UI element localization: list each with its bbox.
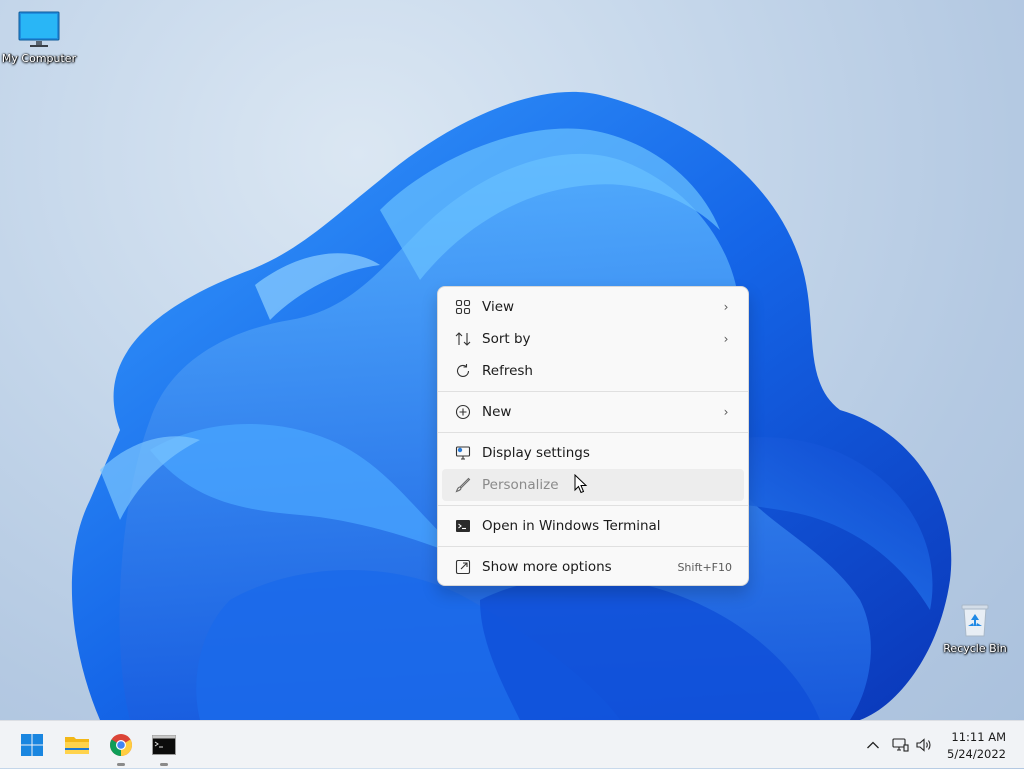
desktop-icon-my-computer[interactable]: My Computer	[0, 10, 81, 65]
menu-item-open-terminal[interactable]: Open in Windows Terminal	[442, 510, 744, 542]
plus-circle-icon	[454, 403, 472, 421]
chevron-up-icon[interactable]	[862, 740, 884, 750]
menu-separator	[438, 391, 748, 392]
mouse-cursor-icon	[574, 474, 588, 494]
refresh-icon	[454, 362, 472, 380]
menu-item-sort-by[interactable]: Sort by ›	[442, 323, 744, 355]
menu-item-label: Show more options	[482, 559, 612, 575]
sort-icon	[454, 330, 472, 348]
recycle-bin-icon	[961, 604, 989, 637]
chevron-right-icon: ›	[723, 332, 729, 346]
menu-item-show-more-options[interactable]: Show more options Shift+F10	[442, 551, 744, 583]
shortcut-label: Shift+F10	[677, 560, 732, 574]
taskbar-command-prompt[interactable]	[146, 727, 182, 766]
volume-icon[interactable]	[912, 737, 936, 753]
cmd-icon	[152, 735, 176, 755]
system-tray	[862, 721, 936, 769]
network-icon[interactable]	[888, 737, 912, 753]
menu-item-display-settings[interactable]: Display settings	[442, 437, 744, 469]
display-settings-icon	[454, 444, 472, 462]
desktop-icon-label: Recycle Bin	[943, 642, 1007, 655]
desktop-icon-label: My Computer	[1, 52, 77, 65]
clock-time: 11:11 AM	[951, 730, 1006, 744]
chevron-right-icon: ›	[723, 300, 729, 314]
folder-icon	[65, 737, 89, 754]
windows-start-icon	[21, 734, 43, 756]
share-icon	[454, 558, 472, 576]
taskbar-clock[interactable]: 11:11 AM 5/24/2022	[947, 729, 1006, 763]
clock-date: 5/24/2022	[947, 747, 1006, 761]
running-indicator	[117, 763, 125, 766]
monitor-icon	[18, 11, 60, 47]
chrome-icon	[110, 734, 132, 756]
menu-item-label: Display settings	[482, 445, 590, 461]
menu-item-personalize[interactable]: Personalize	[442, 469, 744, 501]
menu-item-label: Personalize	[482, 477, 559, 493]
desktop-icon-recycle-bin[interactable]: Recycle Bin	[933, 600, 1017, 655]
chevron-right-icon: ›	[723, 405, 729, 419]
brush-icon	[454, 476, 472, 494]
menu-item-refresh[interactable]: Refresh	[442, 355, 744, 387]
menu-item-label: View	[482, 299, 515, 315]
menu-item-label: Refresh	[482, 363, 533, 379]
menu-item-label: Sort by	[482, 331, 531, 347]
menu-item-view[interactable]: View ›	[442, 291, 744, 323]
running-indicator	[160, 763, 168, 766]
menu-item-label: Open in Windows Terminal	[482, 518, 661, 534]
taskbar: 11:11 AM 5/24/2022	[0, 720, 1024, 768]
menu-item-new[interactable]: New ›	[442, 396, 744, 428]
taskbar-chrome[interactable]	[103, 727, 139, 766]
menu-separator	[438, 432, 748, 433]
menu-separator	[438, 546, 748, 547]
terminal-icon	[454, 517, 472, 535]
desktop-context-menu: View › Sort by › Refresh New › Display s…	[437, 286, 749, 586]
taskbar-file-explorer[interactable]	[59, 727, 95, 763]
grid-icon	[454, 298, 472, 316]
taskbar-start-button[interactable]	[14, 727, 50, 763]
menu-item-label: New	[482, 404, 512, 420]
menu-separator	[438, 505, 748, 506]
